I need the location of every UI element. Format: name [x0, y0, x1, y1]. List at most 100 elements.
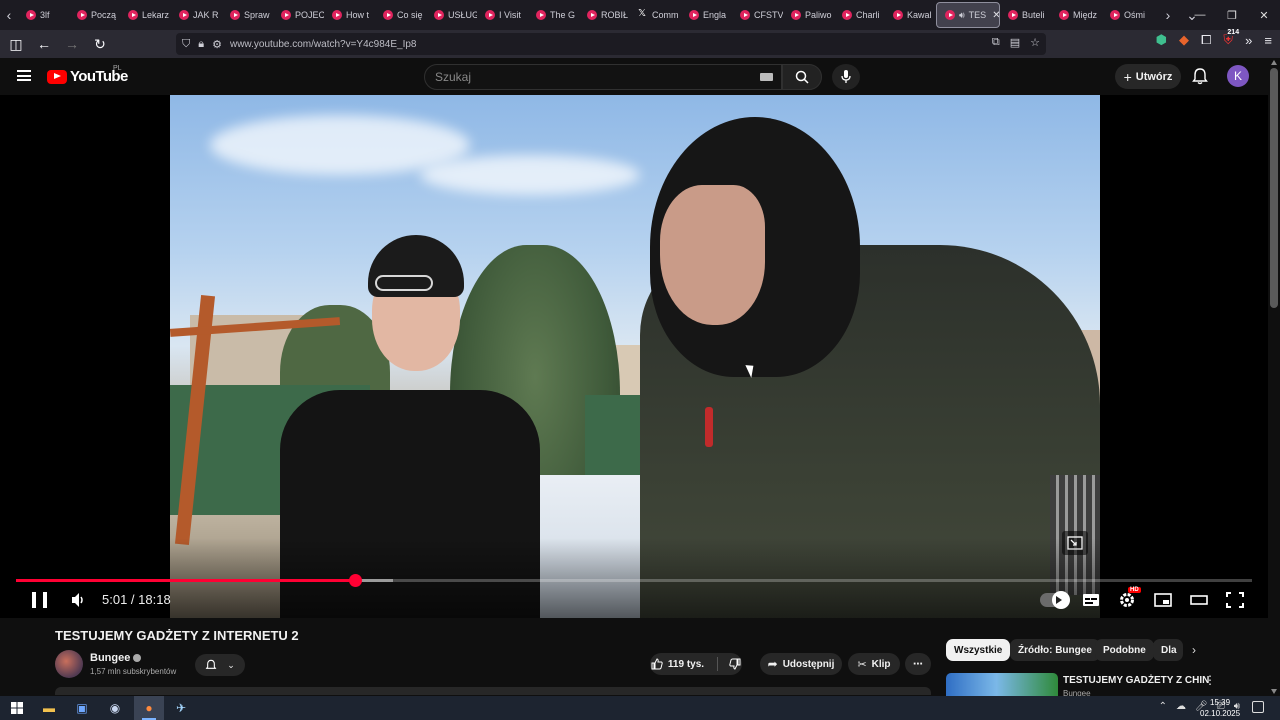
search-input[interactable]: Szukaj — [424, 64, 782, 90]
browser-tab[interactable]: Kawal — [885, 2, 936, 28]
browser-tab[interactable]: Lekarz — [120, 2, 171, 28]
url-text[interactable]: www.youtube.com/watch?v=Y4c984E_Ip8 — [230, 39, 417, 50]
app-rocket-icon[interactable]: ✈ — [172, 699, 190, 717]
volume-icon[interactable] — [71, 592, 87, 608]
page-scrollbar[interactable] — [1268, 58, 1280, 696]
extensions-puzzle-icon[interactable]: ⧠ — [1201, 32, 1211, 48]
lock-icon[interactable]: 🔒︎ — [198, 38, 204, 51]
browser-tab-label: CFSTV — [754, 10, 783, 20]
ublock-extension-icon[interactable]: ⛨ 214 — [1223, 29, 1240, 48]
subscribed-notifications-button[interactable]: ⌄ — [195, 654, 245, 676]
notifications-bell-icon[interactable] — [1191, 67, 1209, 85]
picture-in-picture-icon[interactable]: ⧉ — [992, 36, 1000, 49]
sidebar-toggle-icon[interactable]: ◫ — [4, 32, 28, 56]
browser-tab[interactable]: USŁUG — [426, 2, 477, 28]
video-player[interactable]: 5:01 / 18:18 HD — [0, 95, 1268, 618]
minimize-icon[interactable]: — — [1184, 0, 1216, 30]
more-actions-button[interactable]: ⋯ — [905, 653, 931, 675]
channel-name[interactable]: Bungee — [90, 652, 130, 664]
chips-next-arrow-icon[interactable]: › — [1192, 643, 1196, 657]
url-bar[interactable]: ⛉ 🔒︎ ⚙︎ www.youtube.com/watch?v=Y4c984E_… — [176, 33, 1046, 55]
filter-chip[interactable]: Podobne — [1095, 639, 1154, 661]
subtitles-icon[interactable] — [1082, 592, 1100, 608]
browser-tab[interactable]: How t — [324, 2, 375, 28]
tab-audio-speaker-icon[interactable]: 🔊︎ — [959, 10, 965, 21]
tab-close-icon[interactable]: ✕ — [992, 10, 999, 21]
browser-tab[interactable]: Charli — [834, 2, 885, 28]
autoplay-toggle[interactable] — [1040, 591, 1070, 609]
file-explorer-icon[interactable]: ▬ — [40, 699, 58, 717]
scroll-down-icon[interactable] — [1271, 689, 1277, 694]
share-button[interactable]: ➦ Udostępnij — [760, 653, 842, 675]
create-button[interactable]: + Utwórz — [1115, 64, 1181, 89]
like-button[interactable]: 119 tys. — [651, 658, 704, 670]
permissions-icon[interactable]: ⚙︎ — [212, 38, 222, 51]
tabs-scroll-right-icon[interactable]: › — [1159, 0, 1177, 30]
reader-view-icon[interactable]: ▤ — [1010, 36, 1020, 49]
forward-icon[interactable]: → — [60, 32, 84, 56]
youtube-favicon-icon — [587, 10, 597, 20]
theater-mode-icon[interactable] — [1190, 592, 1208, 608]
close-window-icon[interactable]: ✕ — [1248, 0, 1280, 30]
recommendation-more-icon[interactable]: ⋮ — [1204, 673, 1216, 687]
browser-tab[interactable]: Comm — [630, 2, 681, 28]
taskbar-clock[interactable]: 15:39 02.10.2025 — [1200, 697, 1240, 719]
fox-extension-icon[interactable]: ◆ — [1179, 32, 1189, 48]
browser-tab[interactable]: POJEC — [273, 2, 324, 28]
keyboard-icon[interactable] — [760, 73, 773, 81]
tabs-scroll-left-icon[interactable]: ‹ — [0, 0, 18, 30]
thumbs-down-icon[interactable] — [729, 658, 741, 670]
browser-tab[interactable]: The G — [528, 2, 579, 28]
browser-tab[interactable]: Ośmi — [1102, 2, 1153, 28]
progress-bar[interactable] — [16, 574, 1252, 587]
back-icon[interactable]: ← — [32, 32, 56, 56]
channel-avatar[interactable] — [55, 650, 83, 678]
browser-tab-active[interactable]: 🔊︎ TES ✕ — [936, 2, 1000, 28]
miniplayer-icon[interactable] — [1154, 592, 1172, 608]
channel-name-row[interactable]: Bungee — [90, 652, 142, 664]
app-menu-icon[interactable]: ≡ — [1264, 33, 1272, 48]
fullscreen-icon[interactable] — [1226, 592, 1244, 608]
browser-tab[interactable]: ROBIŁ — [579, 2, 630, 28]
overflow-chevron-icon[interactable]: » — [1245, 33, 1252, 48]
browser-tab[interactable]: Paliwo — [783, 2, 834, 28]
browser-tab[interactable]: I Visit — [477, 2, 528, 28]
filter-chip[interactable]: Źródło: Bungee — [1010, 639, 1100, 661]
windows-start-icon[interactable] — [8, 699, 26, 717]
browser-tab[interactable]: Co się — [375, 2, 426, 28]
pause-icon[interactable] — [32, 592, 47, 608]
progress-scrubber-handle[interactable] — [348, 574, 362, 587]
browser-tab[interactable]: Buteli — [1000, 2, 1051, 28]
scrollbar-thumb[interactable] — [1270, 68, 1278, 308]
firefox-icon[interactable]: ● — [140, 699, 158, 717]
voice-search-button[interactable] — [832, 64, 860, 90]
tracking-shield-icon[interactable]: ⛉ — [182, 38, 190, 51]
youtube-logo[interactable]: YouTube PL — [47, 65, 128, 85]
bookmark-star-icon[interactable]: ☆ — [1030, 36, 1040, 49]
steam-icon[interactable]: ◉ — [106, 699, 124, 717]
clip-button[interactable]: ✂ Klip — [848, 653, 900, 675]
browser-tab[interactable]: JAK R — [171, 2, 222, 28]
account-avatar[interactable]: K — [1227, 65, 1249, 87]
browser-tab[interactable]: Spraw — [222, 2, 273, 28]
browser-tab[interactable]: Począ — [69, 2, 120, 28]
browser-tab[interactable]: Engla — [681, 2, 732, 28]
tray-chevron-icon[interactable]: ⌃ — [1159, 701, 1167, 712]
vpn-extension-icon[interactable]: ⬢ — [1156, 32, 1167, 48]
search-button[interactable] — [782, 64, 822, 90]
scroll-up-icon[interactable] — [1271, 60, 1277, 65]
settings-gear-icon[interactable] — [1118, 592, 1136, 608]
notifications-center-icon[interactable] — [1252, 701, 1264, 713]
restore-icon[interactable]: ❐ — [1216, 0, 1248, 30]
filter-chip[interactable]: Wszystkie — [946, 639, 1011, 661]
browser-tab[interactable]: Międz — [1051, 2, 1102, 28]
recommendation-title[interactable]: TESTUJEMY GADŻETY Z CHIN — [1063, 675, 1209, 686]
filter-chip[interactable]: Dla — [1153, 639, 1183, 661]
reload-icon[interactable]: ↻ — [88, 32, 112, 56]
browser-tab[interactable]: 3lf — [18, 2, 69, 28]
guide-menu-icon[interactable] — [17, 70, 31, 81]
browser-tab[interactable]: CFSTV — [732, 2, 783, 28]
computer-icon[interactable]: ▣ — [73, 699, 91, 717]
description-box[interactable] — [55, 687, 931, 695]
cloud-icon[interactable]: ☁ — [1176, 701, 1186, 712]
